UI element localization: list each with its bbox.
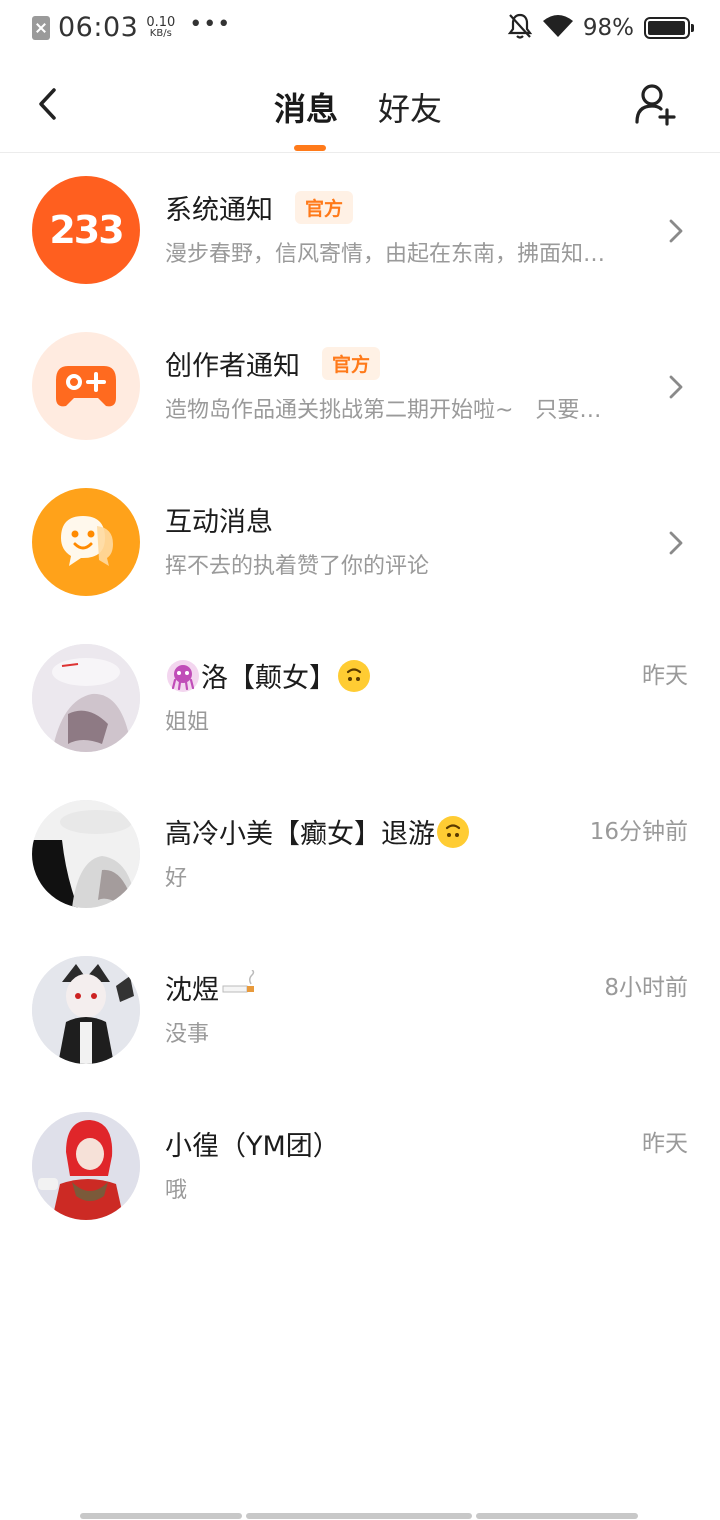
network-speed: 0.10 KB/s: [146, 14, 176, 39]
row-title-text: 互动消息: [165, 507, 273, 538]
system-notice-avatar: 233: [32, 176, 140, 284]
gamepad-icon: [56, 366, 116, 407]
header: 消息 好友: [0, 58, 720, 153]
chat-name: 洛【颠女】: [201, 663, 336, 694]
avatar-image: [32, 800, 140, 908]
upside-down-face-emoji-icon: [437, 815, 469, 848]
chat-last-message: 没事: [165, 1022, 210, 1047]
avatar-image: [32, 956, 140, 1064]
network-speed-value: 0.10: [146, 14, 176, 30]
chat-last-message: 姐姐: [165, 710, 210, 735]
chat-row[interactable]: 沈煜 没事 8小时前: [0, 934, 720, 1090]
row-title: 小徨（YM团）: [165, 1124, 340, 1163]
avatar-233-logo: 233: [49, 208, 124, 252]
chat-last-message: 哦: [165, 1178, 188, 1203]
battery-level: [648, 21, 686, 35]
chat-name: 小徨（YM团）: [165, 1131, 340, 1162]
chat-row[interactable]: 高冷小美【癫女】退游 好 16分钟前: [0, 778, 720, 934]
chat-time: 昨天: [642, 1131, 688, 1157]
status-bar-right: 98%: [507, 12, 694, 44]
chevron-right-icon: [669, 375, 683, 399]
official-badge: 官方: [322, 347, 381, 380]
more-notifications-icon: •••: [189, 12, 232, 37]
row-title: 创作者通知 官方: [165, 344, 381, 383]
chevron-right-icon: [669, 531, 683, 555]
chat-name: 高冷小美【癫女】退游: [165, 819, 435, 850]
battery-icon: [644, 17, 694, 39]
chat-time: 16分钟前: [589, 819, 688, 845]
creator-notice-row[interactable]: 创作者通知 官方 造物岛作品通关挑战第二期开始啦~ 只要…: [0, 310, 720, 466]
message-list: 233 系统通知 官方 漫步春野，信风寄情，由起在东南，拂面知… 创作者通知 官…: [0, 154, 720, 1246]
avatar-image: [32, 644, 140, 752]
user-avatar: [32, 956, 140, 1064]
no-sim-icon: [32, 15, 50, 40]
tab-friends[interactable]: 好友: [378, 84, 442, 130]
chat-name: 沈煜: [165, 975, 219, 1006]
nav-segment-left[interactable]: [80, 1513, 242, 1519]
active-tab-indicator: [294, 145, 326, 151]
row-preview: 造物岛作品通关挑战第二期开始啦~ 只要…: [165, 398, 602, 423]
avatar-image: [32, 1112, 140, 1220]
alien-monster-emoji-icon: [167, 659, 199, 692]
row-title: 高冷小美【癫女】退游: [165, 812, 471, 851]
status-bar-left: 06:03 0.10 KB/s •••: [32, 12, 231, 43]
nav-segment-right[interactable]: [476, 1513, 638, 1519]
wifi-icon: [541, 13, 575, 43]
nav-segment-center[interactable]: [246, 1513, 472, 1519]
row-title-text: 系统通知: [165, 195, 273, 226]
chat-time: 昨天: [642, 663, 688, 689]
network-speed-unit: KB/s: [149, 27, 172, 39]
row-title: 互动消息: [165, 500, 273, 539]
row-title: 洛【颠女】: [165, 656, 372, 695]
user-avatar: [32, 1112, 140, 1220]
add-user-icon: [635, 84, 676, 126]
user-avatar: [32, 800, 140, 908]
tab-bar: 消息 好友: [0, 58, 720, 153]
row-title: 系统通知 官方: [165, 188, 354, 227]
row-title-text: 创作者通知: [165, 351, 300, 382]
interaction-avatar: [32, 488, 140, 596]
tab-messages[interactable]: 消息: [274, 84, 338, 130]
gesture-nav-bar[interactable]: [80, 1513, 640, 1519]
row-preview: 漫步春野，信风寄情，由起在东南，拂面知…: [165, 242, 606, 267]
interaction-messages-row[interactable]: 互动消息 挥不去的执着赞了你的评论: [0, 466, 720, 622]
row-title: 沈煜: [165, 968, 257, 1007]
system-notice-row[interactable]: 233 系统通知 官方 漫步春野，信风寄情，由起在东南，拂面知…: [0, 154, 720, 310]
row-preview: 挥不去的执着赞了你的评论: [165, 554, 430, 579]
chat-row[interactable]: 小徨（YM团） 哦 昨天: [0, 1090, 720, 1246]
creator-notice-avatar: [32, 332, 140, 440]
chat-bubble-icon: [61, 516, 113, 566]
chat-row[interactable]: 洛【颠女】 姐姐 昨天: [0, 622, 720, 778]
user-avatar: [32, 644, 140, 752]
clock: 06:03: [58, 12, 139, 43]
chat-last-message: 好: [165, 866, 188, 891]
cigarette-emoji-icon: [221, 969, 257, 1005]
bell-muted-icon: [507, 12, 533, 44]
battery-percentage: 98%: [582, 15, 634, 41]
official-badge: 官方: [295, 191, 354, 224]
add-friend-button[interactable]: [628, 76, 684, 132]
chat-time: 8小时前: [604, 975, 688, 1001]
upside-down-face-emoji-icon: [338, 659, 370, 692]
status-bar: 06:03 0.10 KB/s ••• 98%: [0, 0, 720, 58]
chevron-right-icon: [669, 219, 683, 243]
